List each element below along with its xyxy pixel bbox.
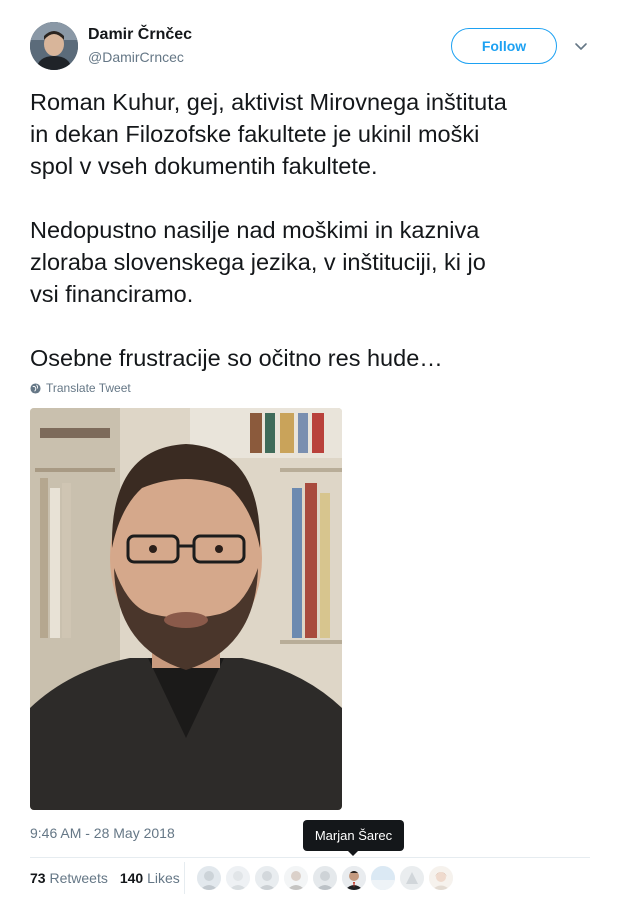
liker-avatar-icon[interactable] — [284, 866, 308, 890]
liker-avatar-icon[interactable] — [313, 866, 337, 890]
retweets-label: Retweets — [49, 870, 108, 886]
likes-stat[interactable]: 140 Likes — [120, 870, 180, 886]
retweets-stat[interactable]: 73 Retweets — [30, 870, 108, 886]
tweet-paragraph: Osebne frustracije so očitno res hude… — [30, 345, 443, 371]
divider — [30, 857, 590, 858]
tweet-paragraph: Roman Kuhur, gej, aktivist Mirovnega inš… — [30, 89, 507, 179]
translate-label: Translate Tweet — [46, 381, 131, 395]
tweet-header: Damir Črnčec @DamirCrncec Follow — [30, 22, 600, 72]
likes-label: Likes — [147, 870, 180, 886]
likes-count: 140 — [119, 870, 144, 886]
globe-icon — [30, 382, 41, 394]
liker-avatar-icon[interactable] — [255, 866, 279, 890]
tweet-paragraph: Nedopustno nasilje nad moškimi in kazniv… — [30, 217, 486, 307]
liker-tooltip: Marjan Šarec — [303, 820, 404, 851]
liker-avatar-icon[interactable] — [226, 866, 250, 890]
author-avatar[interactable] — [30, 22, 78, 70]
liker-avatar-icon[interactable] — [429, 866, 453, 890]
tweet-stats: 73 Retweets 140 Likes — [30, 869, 180, 887]
retweets-count: 73 — [30, 870, 46, 886]
likers-list — [197, 866, 453, 890]
author-name[interactable]: Damir Črnčec — [88, 26, 192, 44]
tooltip-arrow — [348, 851, 358, 856]
liker-avatar-icon[interactable] — [342, 866, 366, 890]
tweet-timestamp[interactable]: 9:46 AM - 28 May 2018 — [30, 825, 175, 841]
follow-button[interactable]: Follow — [451, 28, 557, 64]
author-handle[interactable]: @DamirCrncec — [88, 49, 184, 65]
tweet-text: Roman Kuhur, gej, aktivist Mirovnega inš… — [30, 86, 600, 374]
liker-avatar-icon[interactable] — [197, 866, 221, 890]
translate-tweet-link[interactable]: Translate Tweet — [30, 381, 131, 395]
chevron-down-icon[interactable] — [571, 36, 591, 56]
liker-avatar-icon[interactable] — [400, 866, 424, 890]
stats-separator — [184, 862, 185, 894]
tweet-photo[interactable] — [30, 408, 342, 810]
liker-avatar-icon[interactable] — [371, 866, 395, 890]
